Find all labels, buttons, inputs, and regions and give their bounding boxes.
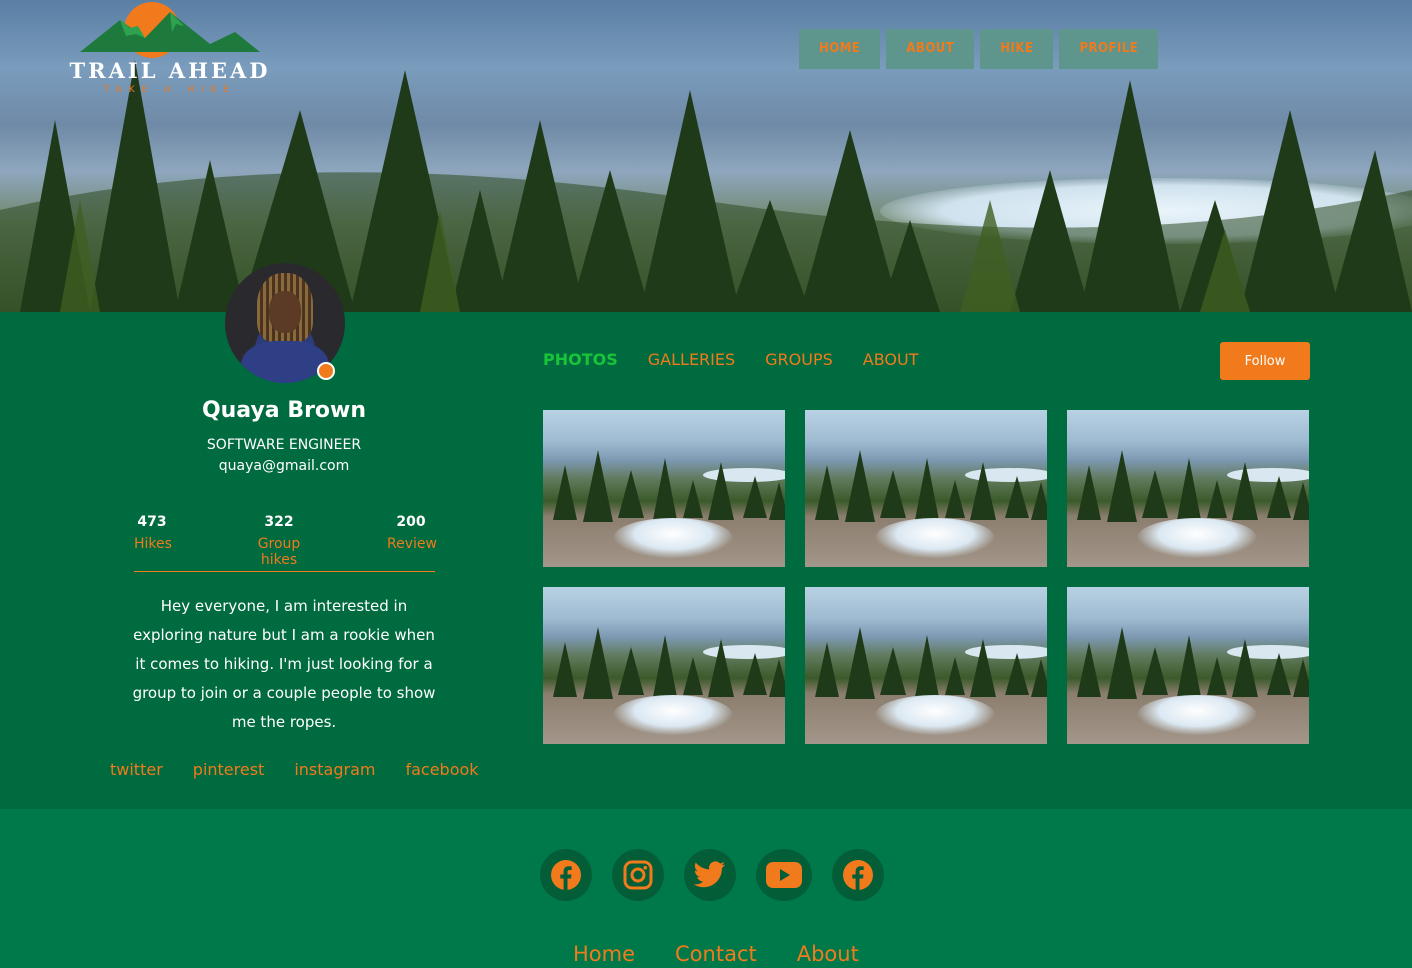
photo-thumbnail[interactable] <box>543 410 785 567</box>
twitter-icon[interactable] <box>684 849 736 901</box>
facebook-icon[interactable] <box>540 849 592 901</box>
nav-hike[interactable]: HIKE <box>980 29 1054 69</box>
stat-label: Review <box>387 536 437 552</box>
profile-role: SOFTWARE ENGINEER <box>206 437 362 453</box>
status-indicator <box>317 362 335 380</box>
profile-bio: Hey everyone, I am interested in explori… <box>132 597 436 731</box>
photo-thumbnail[interactable] <box>1067 410 1309 567</box>
profile-name: Quaya Brown <box>201 398 367 423</box>
stat-hikes: 473 Hikes <box>134 514 172 552</box>
hero-banner: TRAIL AHEAD TAKE A HIKE HOME ABOUT HIKE … <box>0 0 1412 312</box>
nav-home[interactable]: HOME <box>799 29 881 69</box>
tab-about[interactable]: ABOUT <box>863 350 919 369</box>
tab-groups[interactable]: GROUPS <box>765 350 833 369</box>
social-pinterest-link[interactable]: pinterest <box>193 760 265 779</box>
footer-contact-link[interactable]: Contact <box>675 942 757 966</box>
tab-galleries[interactable]: GALLERIES <box>648 350 735 369</box>
footer-about-link[interactable]: About <box>797 942 859 966</box>
footer-home-link[interactable]: Home <box>573 942 635 966</box>
facebook-icon[interactable] <box>832 849 884 901</box>
stat-label: Hikes <box>134 536 172 552</box>
social-links: twitter pinterest instagram facebook <box>110 760 479 779</box>
stat-value: 200 <box>396 514 426 530</box>
social-instagram-link[interactable]: instagram <box>294 760 375 779</box>
stat-label: Group hikes <box>257 536 301 568</box>
instagram-icon[interactable] <box>612 849 664 901</box>
profile-tabs: PHOTOS GALLERIES GROUPS ABOUT <box>543 350 919 369</box>
footer-navigation: Home Contact About <box>573 942 859 966</box>
social-twitter-link[interactable]: twitter <box>110 760 163 779</box>
tab-photos[interactable]: PHOTOS <box>543 350 618 369</box>
avatar-face <box>269 291 301 333</box>
profile-email: quaya@gmail.com <box>218 458 350 474</box>
profile-stats: 473 Hikes 322 Group hikes 200 Review <box>134 514 437 572</box>
footer-social-icons <box>540 849 884 901</box>
photo-thumbnail[interactable] <box>805 410 1047 567</box>
photo-thumbnail[interactable] <box>543 587 785 744</box>
follow-button[interactable]: Follow <box>1220 342 1310 380</box>
nav-profile[interactable]: PROFILE <box>1059 29 1159 69</box>
top-navigation: HOME ABOUT HIKE PROFILE <box>799 29 1159 69</box>
social-facebook-link[interactable]: facebook <box>405 760 478 779</box>
brand-title: TRAIL AHEAD <box>69 58 271 83</box>
brand-tagline: TAKE A HIKE <box>103 85 237 95</box>
photo-thumbnail[interactable] <box>805 587 1047 744</box>
stat-review: 200 Review <box>387 514 437 552</box>
photo-thumbnail[interactable] <box>1067 587 1309 744</box>
stat-value: 473 <box>137 514 167 530</box>
stat-group-hikes: 322 Group hikes <box>238 514 320 568</box>
stat-value: 322 <box>264 514 294 530</box>
avatar-body <box>241 341 329 383</box>
youtube-icon[interactable] <box>756 849 812 901</box>
nav-about[interactable]: ABOUT <box>886 29 975 69</box>
